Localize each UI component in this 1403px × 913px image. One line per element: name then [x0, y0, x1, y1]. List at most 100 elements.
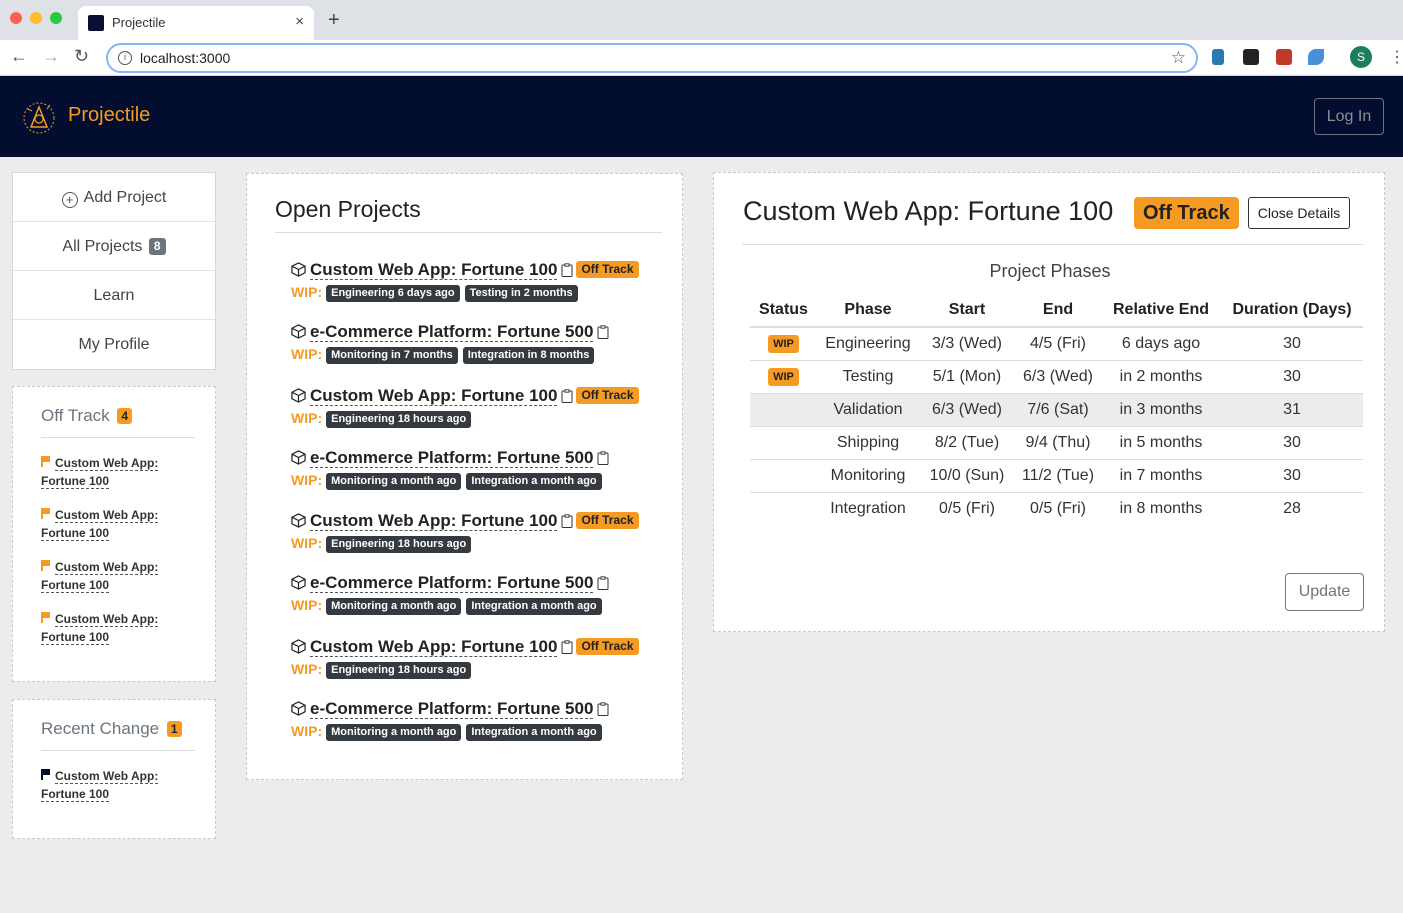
column-header: Phase: [817, 294, 919, 328]
project-link[interactable]: e-Commerce Platform: Fortune 500: [310, 448, 594, 468]
off-track-project-link[interactable]: Custom Web App: Fortune 100: [41, 560, 159, 593]
extension-icon[interactable]: [1212, 49, 1224, 65]
project-link[interactable]: Custom Web App: Fortune 100: [310, 511, 558, 531]
all-projects-count-badge: 8: [148, 238, 166, 255]
status-cell: WIP: [750, 359, 817, 393]
project-link[interactable]: e-Commerce Platform: Fortune 500: [310, 573, 594, 593]
table-row[interactable]: WIP Engineering 3/3 (Wed) 4/5 (Fri) 6 days a…: [750, 326, 1363, 360]
start-cell: 6/3 (Wed): [919, 392, 1015, 426]
project-title-line: e-Commerce Platform: Fortune 500: [291, 573, 671, 597]
brand-name[interactable]: Projectile: [68, 104, 150, 127]
update-button[interactable]: Update: [1285, 573, 1364, 611]
project-link[interactable]: Custom Web App: Fortune 100: [310, 260, 558, 280]
recent-change-project-link[interactable]: Custom Web App: Fortune 100: [41, 769, 159, 802]
project-title-line: e-Commerce Platform: Fortune 500: [291, 448, 671, 472]
status-badge: Off Track: [1134, 197, 1239, 229]
wip-label: WIP:: [291, 535, 323, 551]
off-track-project-link[interactable]: Custom Web App: Fortune 100: [41, 456, 159, 489]
extension-icon[interactable]: [1243, 49, 1259, 65]
minimize-window-button[interactable]: [30, 12, 42, 24]
table-row[interactable]: Monitoring 10/0 (Sun) 11/2 (Tue) in 7 month…: [750, 458, 1363, 492]
tab-close-icon[interactable]: ×: [295, 13, 304, 30]
project-title-line: Custom Web App: Fortune 100 Off Track: [291, 511, 671, 535]
table-row[interactable]: Validation 6/3 (Wed) 7/6 (Sat) in 3 months 3…: [750, 392, 1363, 426]
clipboard-icon[interactable]: [561, 263, 573, 277]
browser-tab[interactable]: Projectile ×: [78, 6, 314, 40]
duration-cell: 30: [1221, 425, 1363, 459]
new-tab-button[interactable]: +: [328, 9, 340, 32]
off-track-badge: Off Track: [576, 261, 639, 278]
project-title-line: e-Commerce Platform: Fortune 500: [291, 699, 671, 723]
project-phases-line: WIP: Monitoring a month ago Integration a …: [291, 472, 671, 492]
table-row[interactable]: WIP Testing 5/1 (Mon) 6/3 (Wed) in 2 months 3…: [750, 359, 1363, 393]
recent-change-card: Recent Change 1 Custom Web App: Fortune …: [12, 699, 216, 839]
status-cell: [750, 425, 817, 459]
table-row[interactable]: Shipping 8/2 (Tue) 9/4 (Thu) in 5 months 30: [750, 425, 1363, 459]
clipboard-icon[interactable]: [597, 451, 609, 465]
project-phases-line: WIP: Monitoring a month ago Integration a …: [291, 597, 671, 617]
off-track-project-link[interactable]: Custom Web App: Fortune 100: [41, 612, 159, 645]
clipboard-icon[interactable]: [597, 702, 609, 716]
project-link[interactable]: Custom Web App: Fortune 100: [310, 386, 558, 406]
project-link[interactable]: Custom Web App: Fortune 100: [310, 637, 558, 657]
address-url[interactable]: localhost:3000: [140, 50, 230, 66]
project-link[interactable]: e-Commerce Platform: Fortune 500: [310, 699, 594, 719]
duration-cell: 30: [1221, 326, 1363, 360]
list-item: Custom Web App: Fortune 100 Off Track WIP:…: [291, 260, 671, 304]
extension-icon[interactable]: [1308, 49, 1324, 65]
address-bar[interactable]: i localhost:3000 ☆: [106, 43, 1198, 73]
reload-icon[interactable]: ↻: [74, 46, 89, 67]
clipboard-icon[interactable]: [597, 576, 609, 590]
phase-badge: Integration in 8 months: [462, 347, 595, 364]
maximize-window-button[interactable]: [50, 12, 62, 24]
phases-title: Project Phases: [989, 261, 1111, 281]
all-projects-button[interactable]: All Projects 8: [13, 222, 215, 271]
list-item: Custom Web App: Fortune 100: [41, 767, 181, 803]
my-profile-button[interactable]: My Profile: [13, 320, 215, 369]
clipboard-icon[interactable]: [597, 325, 609, 339]
favicon-icon: [88, 15, 104, 31]
bookmark-star-icon[interactable]: ☆: [1171, 48, 1186, 68]
wip-label: WIP:: [291, 410, 323, 426]
clipboard-icon[interactable]: [561, 514, 573, 528]
profile-avatar[interactable]: S: [1350, 46, 1372, 68]
site-info-icon[interactable]: i: [118, 51, 132, 65]
project-phases-line: WIP: Engineering 18 hours ago: [291, 535, 671, 555]
off-track-project-link[interactable]: Custom Web App: Fortune 100: [41, 508, 159, 541]
project-title-line: Custom Web App: Fortune 100 Off Track: [291, 386, 671, 410]
list-item: e-Commerce Platform: Fortune 500 WIP: Moni…: [291, 448, 671, 492]
project-link[interactable]: e-Commerce Platform: Fortune 500: [310, 322, 594, 342]
recent-change-count-badge: 1: [166, 721, 182, 737]
start-cell: 10/0 (Sun): [919, 458, 1015, 492]
wip-label: WIP:: [291, 284, 323, 300]
flag-icon: [41, 769, 51, 780]
project-phases-line: WIP: Engineering 18 hours ago: [291, 661, 671, 681]
start-cell: 8/2 (Tue): [919, 425, 1015, 459]
browser-menu-icon[interactable]: ⋮: [1389, 47, 1403, 67]
wip-label: WIP:: [291, 597, 323, 613]
cube-icon: [291, 575, 306, 590]
end-cell: 7/6 (Sat): [1015, 392, 1101, 426]
phase-cell: Integration: [817, 491, 919, 525]
close-details-button[interactable]: Close Details: [1248, 197, 1350, 229]
duration-cell: 30: [1221, 458, 1363, 492]
plus-circle-icon: +: [61, 192, 78, 208]
phase-badge: Integration a month ago: [466, 724, 602, 741]
back-icon[interactable]: ←: [10, 46, 28, 67]
login-button[interactable]: Log In: [1314, 98, 1384, 135]
learn-button[interactable]: Learn: [13, 271, 215, 320]
duration-cell: 30: [1221, 359, 1363, 393]
forward-icon[interactable]: →: [42, 46, 60, 67]
clipboard-icon[interactable]: [561, 389, 573, 403]
column-header: End: [1015, 294, 1101, 328]
add-project-button[interactable]: + Add Project: [13, 173, 215, 222]
divider: [742, 244, 1364, 245]
clipboard-icon[interactable]: [561, 640, 573, 654]
extension-icon[interactable]: [1276, 49, 1292, 65]
flag-icon: [41, 560, 51, 571]
close-window-button[interactable]: [10, 12, 22, 24]
status-cell: [750, 392, 817, 426]
phase-cell: Shipping: [817, 425, 919, 459]
table-row[interactable]: Integration 0/5 (Fri) 0/5 (Fri) in 8 months…: [750, 491, 1363, 525]
recent-change-title: Recent Change: [41, 719, 160, 738]
